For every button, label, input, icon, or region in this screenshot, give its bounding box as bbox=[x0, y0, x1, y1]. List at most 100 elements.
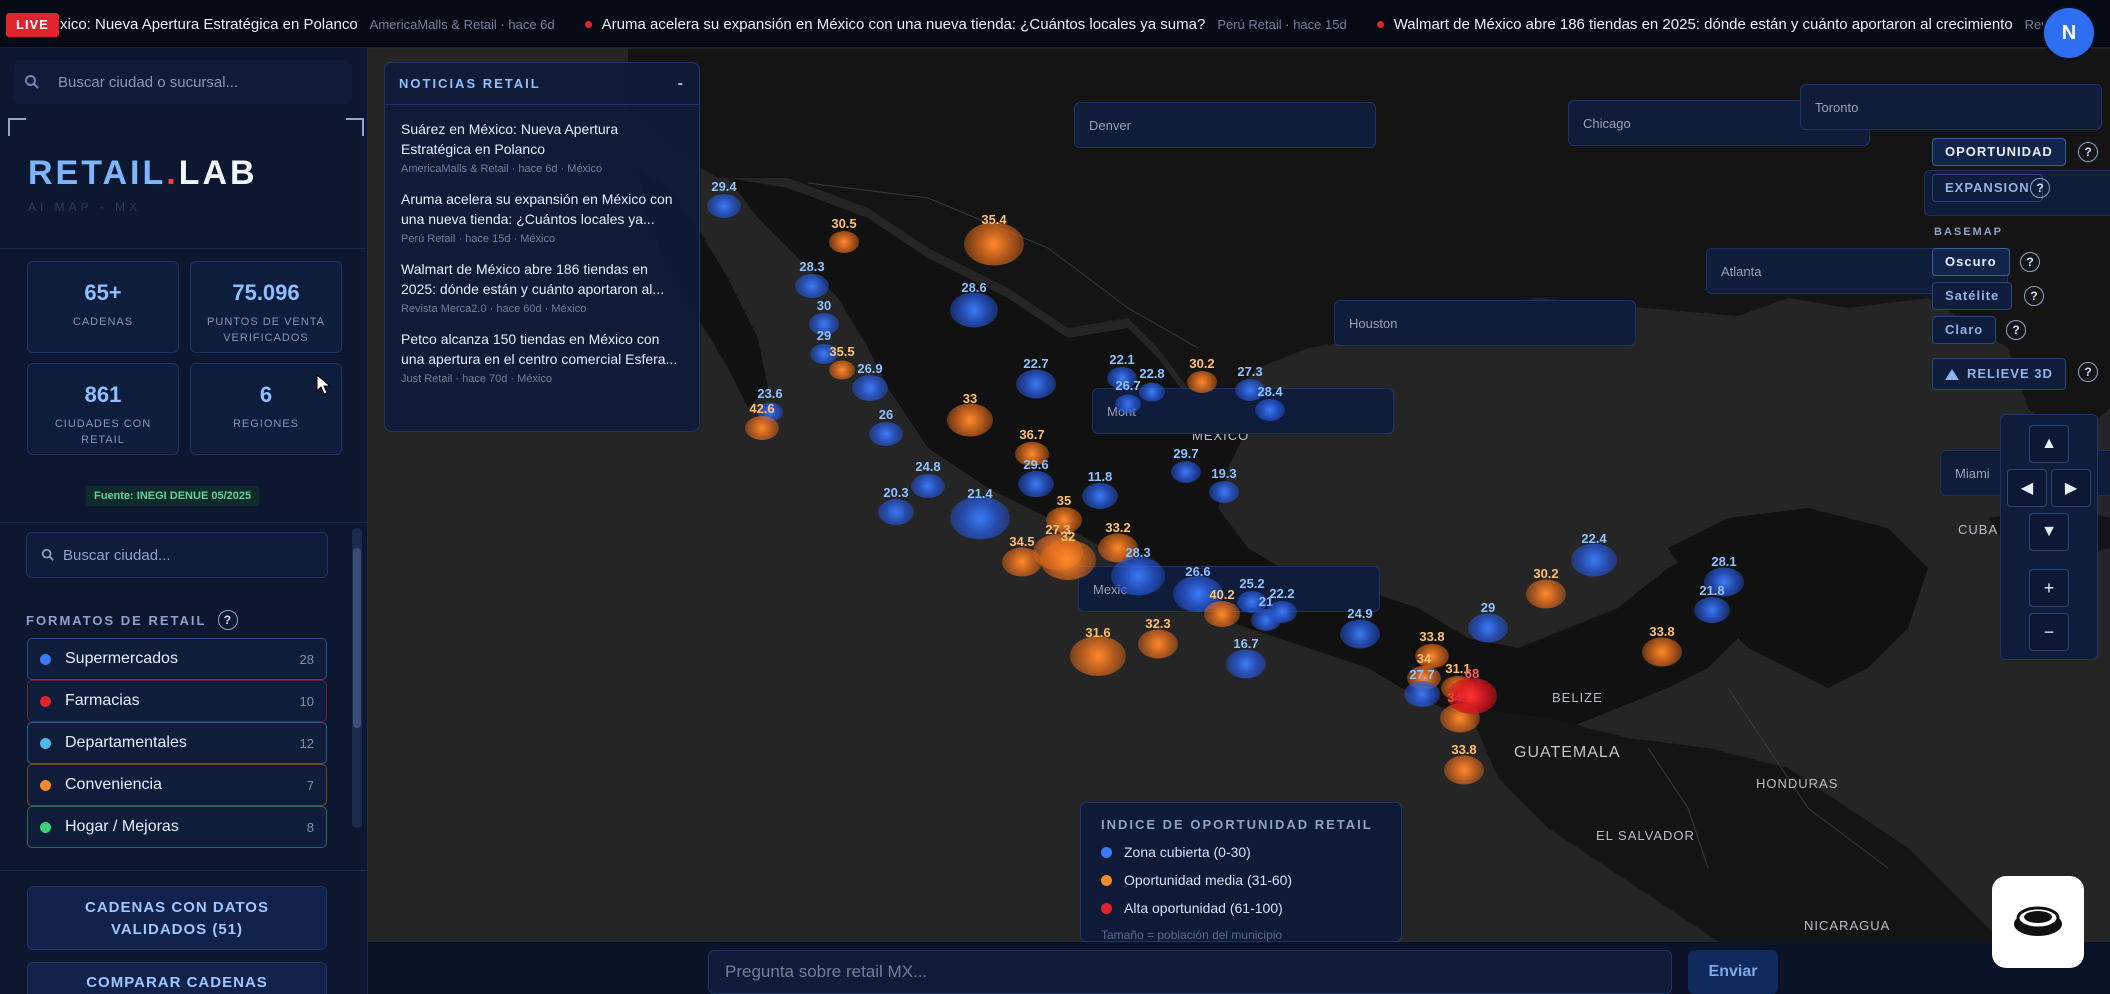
validated-chains-button[interactable]: CADENAS CON DATOS VALIDADOS (51) bbox=[27, 886, 327, 950]
bubble-value-label: 32.3 bbox=[1145, 615, 1171, 631]
help-icon[interactable]: ? bbox=[218, 610, 239, 630]
brand-logo: RETAIL.LAB bbox=[28, 154, 258, 193]
opportunity-bubble[interactable] bbox=[1444, 755, 1484, 785]
opportunity-bubble[interactable] bbox=[1002, 547, 1042, 577]
format-item-farmacias[interactable]: Farmacias 10 bbox=[27, 680, 327, 722]
opportunity-bubble[interactable] bbox=[829, 360, 855, 380]
pan-right-icon[interactable]: ▶ bbox=[2051, 469, 2091, 507]
stat-value: 75.096 bbox=[232, 280, 300, 305]
news-panel-header[interactable]: NOTICIAS RETAIL - bbox=[385, 63, 699, 105]
layer-oportunidad-button[interactable]: OPORTUNIDAD bbox=[1932, 138, 2066, 166]
stat-card-chains: 65+ CADENAS bbox=[27, 261, 179, 353]
opportunity-bubble[interactable] bbox=[1209, 481, 1239, 503]
opportunity-bubble[interactable] bbox=[964, 222, 1024, 266]
opportunity-bubble[interactable] bbox=[1016, 369, 1056, 399]
stat-card-points-of-sale: 75.096 PUNTOS DE VENTA VERIFICADOS bbox=[190, 261, 342, 353]
opportunity-bubble[interactable] bbox=[1340, 619, 1380, 649]
help-icon[interactable]: ? bbox=[2024, 286, 2044, 306]
opportunity-bubble[interactable] bbox=[1082, 483, 1118, 509]
news-item[interactable]: Aruma acelera su expansión en México con… bbox=[385, 175, 699, 245]
news-ticker[interactable]: LIVE xico: Nueva Apertura Estratégica en… bbox=[0, 0, 2110, 48]
opportunity-bubble[interactable] bbox=[950, 496, 1010, 540]
ticker-item[interactable]: Walmart de México abre 186 tiendas en 20… bbox=[1376, 16, 2057, 33]
scrollbar-thumb[interactable] bbox=[353, 548, 361, 728]
opportunity-bubble[interactable] bbox=[1204, 601, 1240, 627]
basemap-satelite-button[interactable]: Satélite bbox=[1932, 282, 2013, 310]
ask-input[interactable]: Pregunta sobre retail MX... bbox=[708, 950, 1672, 994]
opportunity-bubble[interactable] bbox=[911, 474, 945, 498]
opportunity-bubble[interactable] bbox=[795, 274, 829, 298]
opportunity-bubble[interactable] bbox=[1115, 394, 1141, 414]
help-icon[interactable]: ? bbox=[2030, 178, 2050, 198]
opportunity-bubble[interactable] bbox=[1138, 629, 1178, 659]
zoom-out-icon[interactable]: − bbox=[2029, 613, 2069, 651]
opportunity-bubble[interactable] bbox=[1526, 579, 1566, 609]
ticker-item[interactable]: Aruma acelera su expansión en México con… bbox=[584, 16, 1347, 33]
opportunity-bubble[interactable] bbox=[1139, 382, 1165, 402]
news-item[interactable]: Suárez en México: Nueva Apertura Estraté… bbox=[385, 105, 699, 175]
city-search-placeholder: Buscar ciudad... bbox=[63, 546, 171, 564]
opportunity-bubble[interactable] bbox=[1187, 371, 1217, 393]
opportunity-bubble[interactable] bbox=[1255, 399, 1285, 421]
opportunity-bubble[interactable] bbox=[1070, 636, 1126, 676]
opportunity-bubble[interactable] bbox=[878, 499, 914, 525]
opportunity-bubble[interactable] bbox=[1694, 597, 1730, 623]
bubble-value-label: 29 bbox=[816, 327, 832, 343]
zoom-in-icon[interactable]: + bbox=[2029, 569, 2069, 607]
ticker-source: AmericaMalls & Retail · hace 6d bbox=[369, 16, 555, 32]
opportunity-bubble[interactable] bbox=[1447, 678, 1497, 714]
format-label: Supermercados bbox=[65, 650, 178, 667]
format-dot-icon bbox=[40, 695, 51, 707]
pan-up-icon[interactable]: ▲ bbox=[2029, 425, 2069, 463]
send-button[interactable]: Enviar bbox=[1688, 950, 1778, 994]
opportunity-bubble[interactable] bbox=[852, 375, 888, 401]
user-avatar[interactable]: N bbox=[2044, 8, 2094, 58]
opportunity-bubble[interactable] bbox=[1040, 540, 1096, 580]
help-icon[interactable]: ? bbox=[2006, 320, 2026, 340]
opportunity-bubble[interactable] bbox=[1018, 471, 1054, 497]
opportunity-bubble[interactable] bbox=[1226, 649, 1266, 679]
opportunity-bubble[interactable] bbox=[1642, 637, 1682, 667]
opportunity-bubble[interactable] bbox=[1404, 681, 1440, 707]
bubble-value-label: 28.1 bbox=[1711, 553, 1737, 569]
format-item-conveniencia[interactable]: Conveniencia 7 bbox=[27, 764, 327, 806]
opportunity-bubble[interactable] bbox=[1571, 543, 1617, 577]
help-icon[interactable]: ? bbox=[2078, 142, 2098, 162]
help-icon[interactable]: ? bbox=[2020, 252, 2040, 272]
format-item-supermercados[interactable]: Supermercados 28 bbox=[27, 638, 327, 680]
format-item-hogar-mejoras[interactable]: Hogar / Mejoras 8 bbox=[27, 806, 327, 848]
opportunity-bubble[interactable] bbox=[1171, 461, 1201, 483]
opportunity-bubble[interactable] bbox=[1267, 601, 1297, 623]
basemap-oscuro-button[interactable]: Oscuro bbox=[1932, 248, 2010, 276]
compare-chains-button[interactable]: COMPARAR CADENAS bbox=[27, 962, 327, 994]
pan-down-icon[interactable]: ▼ bbox=[2029, 513, 2069, 551]
legend-label: Zona cubierta (0-30) bbox=[1124, 844, 1251, 860]
basemap-claro-button[interactable]: Claro bbox=[1932, 316, 1997, 344]
opportunity-bubble[interactable] bbox=[745, 416, 779, 440]
news-item[interactable]: Petco alcanza 150 tiendas en México con … bbox=[385, 315, 699, 385]
sidebar-scrollbar[interactable] bbox=[352, 528, 362, 828]
ask-bar: Pregunta sobre retail MX... Enviar bbox=[368, 942, 2110, 994]
opportunity-bubble[interactable] bbox=[950, 292, 998, 328]
ticker-item[interactable]: xico: Nueva Apertura Estratégica en Pola… bbox=[60, 16, 555, 33]
help-icon[interactable]: ? bbox=[2078, 362, 2098, 382]
branch-search-input[interactable]: Buscar ciudad o sucursal... bbox=[14, 60, 352, 104]
opportunity-bubble[interactable] bbox=[707, 194, 741, 218]
opportunity-bubble[interactable] bbox=[947, 403, 993, 437]
bubble-value-label: 30.5 bbox=[831, 215, 857, 231]
format-item-departamentales[interactable]: Departamentales 12 bbox=[27, 722, 327, 764]
news-item[interactable]: Walmart de México abre 186 tiendas en 20… bbox=[385, 245, 699, 315]
relief-3d-button[interactable]: RELIEVE 3D bbox=[1932, 358, 2066, 390]
map-label: BELIZE bbox=[1552, 690, 1603, 705]
legend-dot-icon bbox=[1101, 846, 1112, 858]
pan-left-icon[interactable]: ◀ bbox=[2007, 469, 2047, 507]
opportunity-bubble[interactable] bbox=[1111, 556, 1165, 596]
news-title: Suárez en México: Nueva Apertura Estraté… bbox=[401, 121, 619, 157]
collapse-icon[interactable]: - bbox=[678, 75, 685, 93]
opportunity-bubble[interactable] bbox=[829, 231, 859, 253]
chat-widget-button[interactable] bbox=[1992, 876, 2084, 968]
opportunity-bubble[interactable] bbox=[1468, 613, 1508, 643]
opportunity-bubble[interactable] bbox=[869, 422, 903, 446]
layer-expansion-button[interactable]: EXPANSION bbox=[1932, 174, 2043, 202]
city-search-input[interactable]: Buscar ciudad... bbox=[26, 532, 328, 578]
